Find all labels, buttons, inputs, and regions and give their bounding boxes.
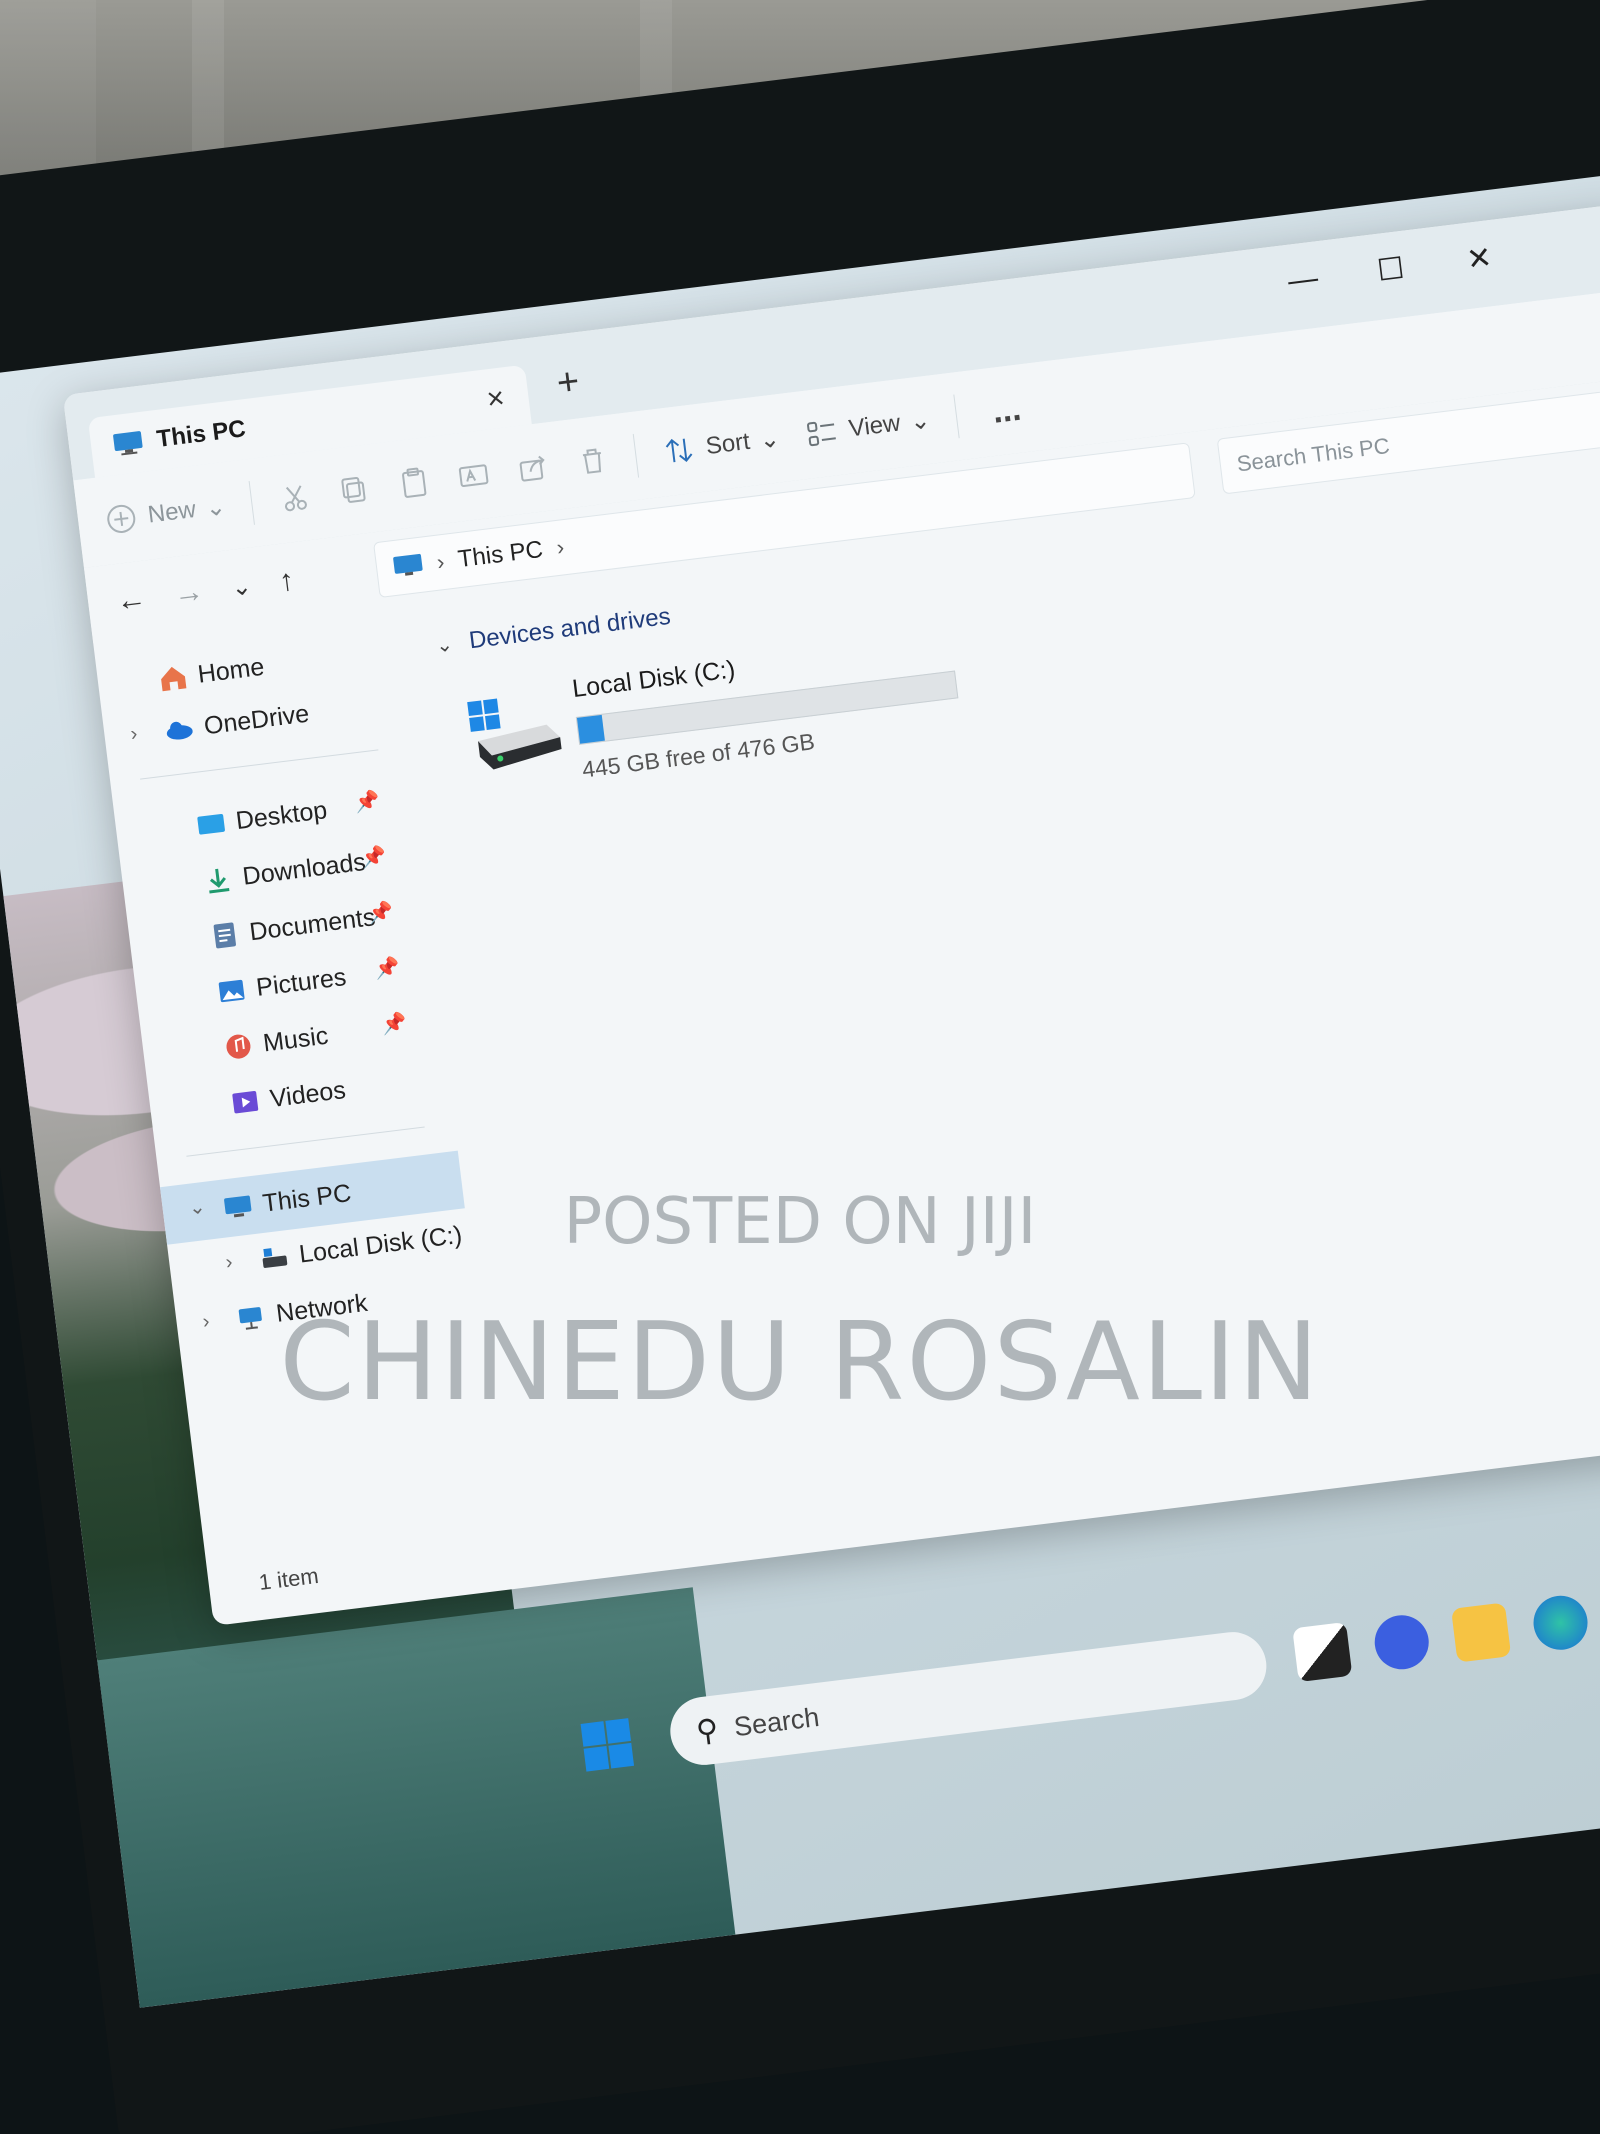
sidebar-item-videos[interactable]: Videos [227,1066,348,1128]
sidebar-label: Desktop [234,795,329,835]
recent-locations-icon[interactable]: ⌄ [230,571,253,602]
drive-usage-fill [576,714,605,744]
videos-icon [232,1091,259,1114]
sidebar-label: Home [196,652,266,689]
rename-icon [458,464,489,487]
drive-tile-local-disk[interactable]: Local Disk (C:) 445 GB free of 476 GB [462,625,993,807]
sidebar-item-music[interactable]: Music [221,1012,331,1072]
edge-browser-icon[interactable] [1530,1592,1591,1653]
pin-icon[interactable]: 📌 [380,1010,408,1038]
paste-button[interactable] [395,464,433,502]
trash-icon [582,448,602,474]
drive-name: Local Disk (C:) [570,655,737,704]
chevron-right-icon: › [435,548,446,575]
chevron-down-icon: ⌄ [204,492,228,522]
photo-scene: This PC × + — ☐ ✕ New ⌄ Sort ⌄ View ⌄ ..… [0,0,1600,2134]
watermark-line-2: CHINEDU ROSALIN [279,1300,1321,1425]
cut-button[interactable] [276,479,314,517]
sort-button[interactable]: Sort ⌄ [660,421,781,469]
up-arrow-icon[interactable]: ↑ [277,563,296,599]
section-header[interactable]: ⌄ Devices and drives [434,603,672,660]
sidebar-label: OneDrive [202,699,311,740]
close-button[interactable]: ✕ [1465,240,1494,278]
sidebar-label: Videos [268,1075,348,1113]
search-placeholder: Search This PC [1235,432,1391,477]
chevron-right-icon[interactable]: › [129,723,138,747]
sort-label: Sort [704,427,752,461]
download-icon [209,868,230,894]
monitor-icon [393,553,423,576]
maximize-button[interactable]: ☐ [1375,251,1406,289]
sidebar-label: Pictures [254,962,348,1002]
tab-title: This PC [155,415,248,453]
share-icon [519,455,545,482]
document-icon [213,922,236,949]
windows-start-icon[interactable] [578,1716,636,1774]
sidebar-label: Downloads [241,847,368,891]
search-icon: ⚲ [694,1712,721,1749]
cloud-icon [166,721,193,740]
toolbar-divider [632,433,640,478]
music-icon [226,1034,251,1059]
back-arrow-icon[interactable]: ← [114,582,148,619]
pictures-icon [218,979,245,1003]
chevron-down-icon: ⌄ [434,633,455,658]
chevron-right-icon[interactable]: › [555,534,565,561]
sidebar-label: Music [261,1021,330,1057]
new-label: New [146,495,198,529]
desktop-screen: This PC × + — ☐ ✕ New ⌄ Sort ⌄ View ⌄ ..… [0,165,1600,2008]
monitor-icon [113,431,143,456]
taskbar-search[interactable]: ⚲ Search [666,1628,1271,1769]
sidebar-item-home[interactable]: Home [155,643,267,704]
view-label: View [847,409,902,443]
file-explorer-icon[interactable] [1451,1602,1512,1663]
delete-button[interactable] [574,442,612,480]
taskbar-search-label: Search [732,1701,821,1742]
sidebar-item-pictures[interactable]: Pictures [214,953,349,1017]
toolbar-divider [953,394,960,439]
view-button[interactable]: View ⌄ [803,403,932,452]
sort-icon [665,438,693,463]
plus-circle-icon [107,504,136,533]
tab-close-icon[interactable]: × [485,381,507,417]
desktop-folder-icon [197,813,225,835]
view-list-icon [807,421,837,447]
new-button[interactable]: New ⌄ [102,489,227,538]
more-options-button[interactable]: ... [980,389,1023,432]
more-icon: ... [990,389,1024,431]
copy-button[interactable] [336,471,374,509]
breadcrumb-this-pc[interactable]: This PC [456,536,544,574]
pin-icon[interactable]: 📌 [360,843,388,871]
clipboard-icon [402,467,427,498]
home-icon [161,666,187,692]
watermark-line-1: POSTED ON JIJI [563,1185,1037,1259]
hard-drive-icon [467,698,562,770]
toolbar-divider [248,481,256,525]
chevron-down-icon: ⌄ [908,406,932,436]
copy-icon [341,476,366,503]
meet-icon[interactable] [1371,1612,1432,1673]
sidebar-item-documents[interactable]: Documents [207,893,378,961]
task-view-icon[interactable] [1292,1621,1353,1683]
chevron-down-icon: ⌄ [757,424,782,454]
share-button[interactable] [514,449,552,487]
minimize-button[interactable]: — [1286,261,1320,298]
sidebar-item-downloads[interactable]: Downloads [200,838,368,906]
sidebar-label: Documents [247,902,377,946]
section-title: Devices and drives [467,602,673,655]
forward-arrow-icon[interactable]: → [172,575,206,612]
rename-button[interactable] [455,457,493,495]
pin-icon[interactable]: 📌 [367,899,395,927]
sidebar-divider [186,1126,425,1157]
sidebar-item-desktop[interactable]: Desktop [193,786,330,850]
new-tab-button[interactable]: + [555,360,582,405]
pin-icon[interactable]: 📌 [353,788,381,816]
scissors-icon [285,485,308,512]
pin-icon[interactable]: 📌 [374,954,402,982]
